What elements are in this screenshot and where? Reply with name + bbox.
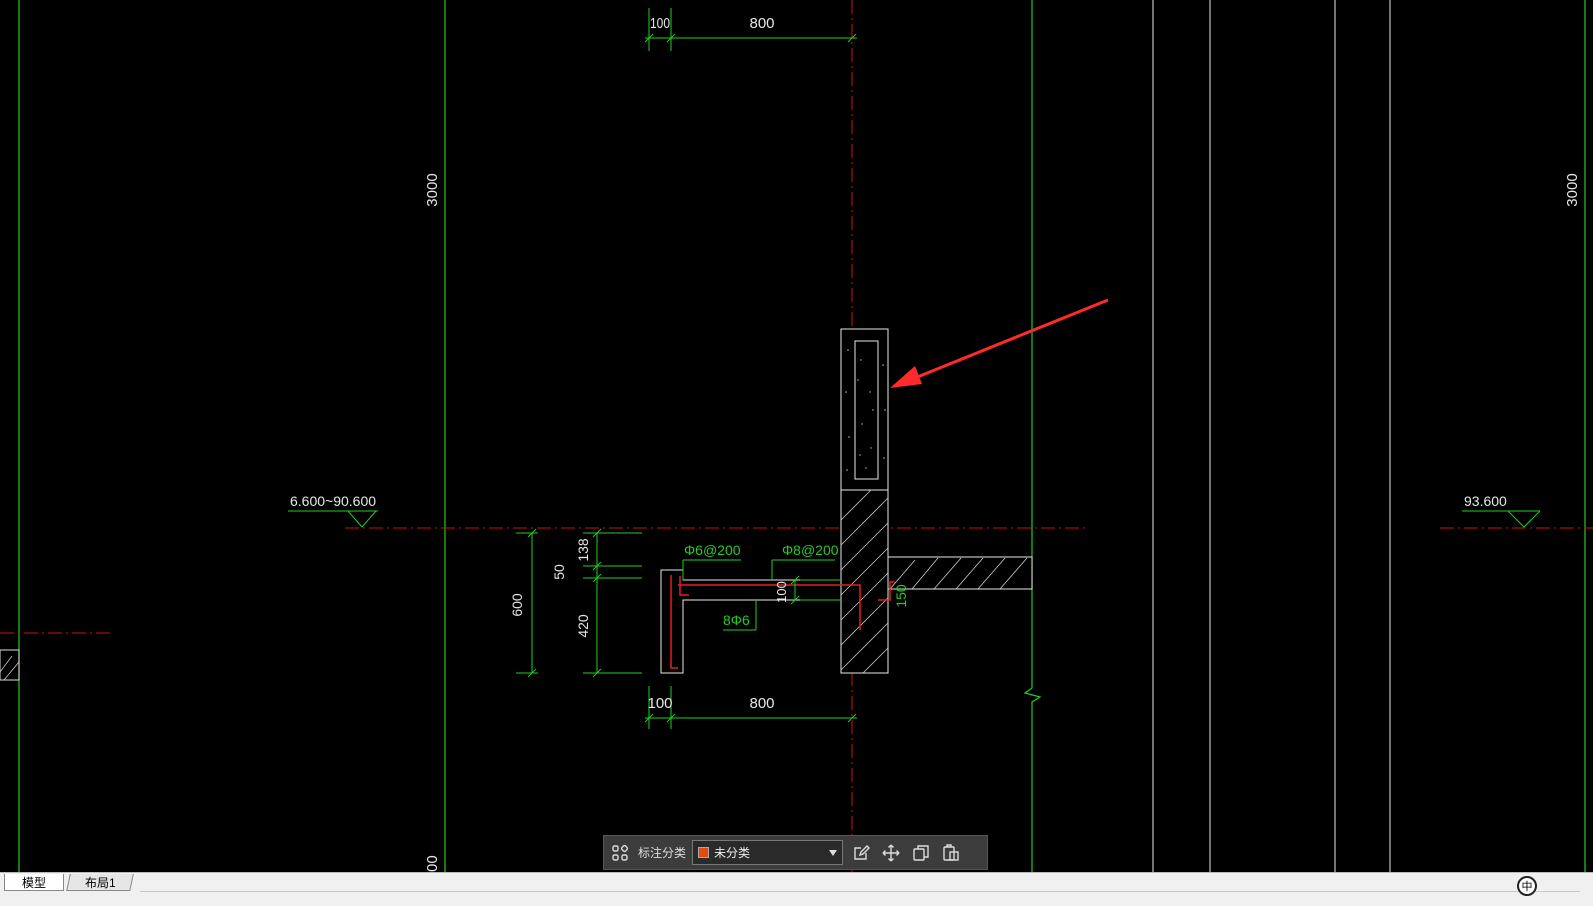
- rebar-leaders: [682, 559, 841, 631]
- ime-indicator[interactable]: 中: [1517, 876, 1537, 896]
- elevation-text: 93.600: [1464, 493, 1507, 509]
- rebar-label: Φ6@200: [684, 542, 741, 558]
- grid-apps-icon[interactable]: [608, 841, 632, 865]
- dim-text: 3000: [1564, 173, 1581, 206]
- category-label: 标注分类: [638, 846, 687, 860]
- dim-text: 100: [647, 695, 672, 712]
- tab-layout1[interactable]: 布局1: [66, 874, 134, 891]
- tab-label: 模型: [21, 875, 46, 890]
- tab-model[interactable]: 模型: [4, 874, 64, 891]
- horizontal-scrollbar[interactable]: [140, 891, 1580, 892]
- chevron-down-icon: [829, 849, 838, 856]
- copy-icon[interactable]: [909, 841, 933, 865]
- dim-text: 420: [575, 614, 591, 638]
- dim-text: 138: [575, 538, 591, 562]
- dim-text: 150: [893, 584, 909, 608]
- dim-text: 600: [509, 593, 525, 617]
- category-dropdown[interactable]: 未分类: [692, 840, 844, 865]
- rebar-label: 8Φ6: [723, 612, 750, 628]
- edit-icon[interactable]: [849, 841, 873, 865]
- dim-text: 3000: [424, 855, 441, 872]
- elevation-marker-right: [1462, 510, 1541, 528]
- dim-text: 50: [551, 564, 567, 580]
- annotation-toolbar: 标注分类 未分类: [603, 835, 988, 870]
- move-icon[interactable]: [879, 841, 903, 865]
- dim-text: 100: [650, 15, 670, 32]
- dim-text: 800: [749, 15, 774, 32]
- parapet-section[interactable]: [840, 328, 889, 491]
- dim-text: 3000: [424, 173, 441, 206]
- layout-tab-bar: 模型 布局1: [0, 872, 1593, 906]
- cad-drawing-canvas[interactable]: 100 800 100 800 3000 3000 3000 6.600~90.…: [0, 0, 1593, 872]
- dim-text: 100: [774, 581, 789, 603]
- category-value: 未分类: [714, 846, 751, 860]
- paste-icon[interactable]: [939, 841, 963, 865]
- rebar-label: Φ8@200: [782, 542, 839, 558]
- grid-line-break: [1023, 0, 1042, 872]
- elevation-text: 6.600~90.600: [290, 493, 376, 509]
- tab-label: 布局1: [84, 875, 116, 890]
- annotation-arrow[interactable]: [890, 298, 1109, 388]
- dim-text: 800: [749, 695, 774, 712]
- elevation-marker-left: [288, 510, 378, 528]
- category-color-swatch: [698, 847, 710, 858]
- wall-section[interactable]: [840, 489, 1033, 674]
